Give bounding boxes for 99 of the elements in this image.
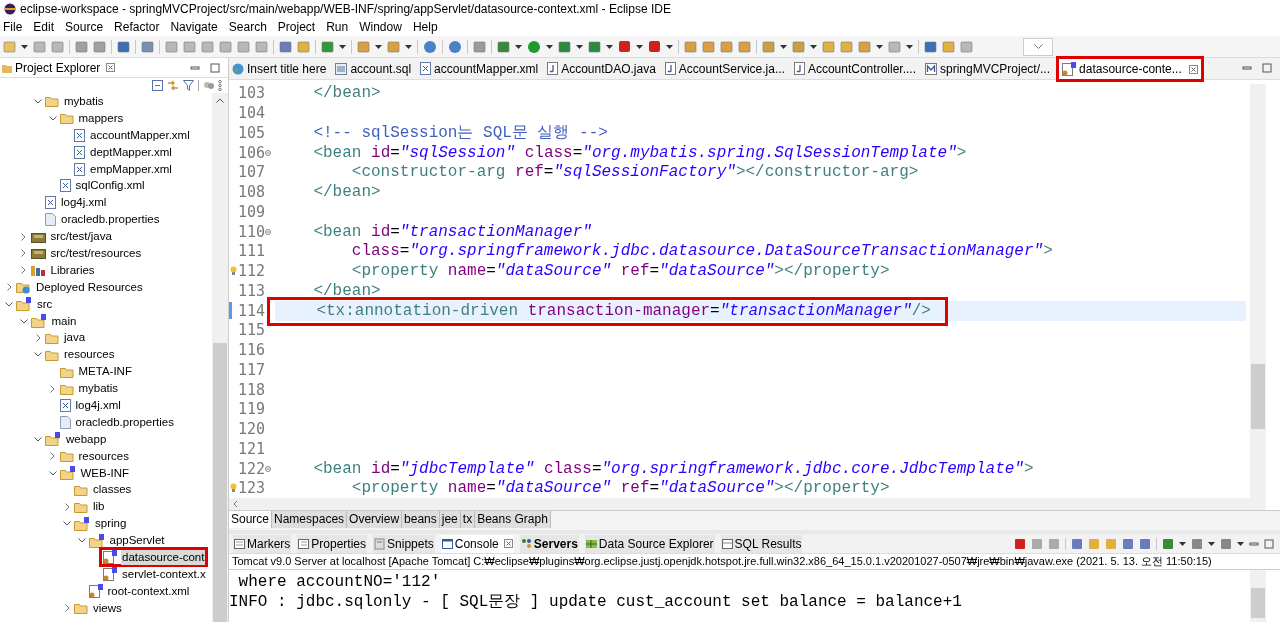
console-line: INFO : jdbc.sqlonly - [ SQL문장 ] update cust_account set balance = balance+1	[229, 592, 963, 612]
editor-tab[interactable]: accountMapper.xml	[417, 58, 542, 79]
editor-page-tab[interactable]: Beans Graph	[475, 511, 551, 528]
tree-item[interactable]: mybatis	[63, 93, 105, 109]
line-number: 109	[238, 204, 266, 220]
line-number: 113	[238, 283, 266, 299]
tree-item[interactable]: servlet-context.x	[121, 566, 207, 582]
line-number: 105	[238, 125, 266, 141]
tree-item[interactable]: mybatis	[77, 381, 120, 397]
tree-item[interactable]: oracledb.properties	[74, 414, 175, 430]
tree-item[interactable]: log4j.xml	[60, 195, 108, 211]
view-tab[interactable]: Snippets	[373, 534, 435, 553]
tree-item[interactable]: main	[50, 313, 78, 329]
menu-item[interactable]: File	[3, 18, 23, 36]
view-tab[interactable]: Markers	[233, 534, 292, 553]
view-tab[interactable]: Console	[440, 534, 514, 553]
code-line: <constructor-arg ref="sqlSessionFactory"></constructor-arg>	[350, 163, 919, 183]
console-line: where accountNO='112'	[237, 572, 442, 592]
tree-item[interactable]: resources	[63, 347, 116, 363]
line-number: 107	[238, 165, 266, 181]
tree-item[interactable]: deptMapper.xml	[89, 144, 173, 160]
menu-item[interactable]: Refactor	[114, 18, 160, 36]
code-line: class="org.springframework.jdbc.datasource.DataSourceTransactionManager">	[350, 242, 1053, 262]
line-number: 122	[238, 461, 266, 477]
menu-item[interactable]: Run	[326, 18, 349, 36]
line-number: 108	[238, 185, 266, 201]
editor-tab[interactable]: AccountService.ja...	[661, 58, 788, 79]
menu-item[interactable]: Project	[277, 18, 316, 36]
code-line: </bean>	[312, 183, 381, 203]
tree-item[interactable]: oracledb.properties	[60, 212, 161, 228]
editor-page-tab[interactable]: Overview	[347, 511, 403, 528]
code-line: <tx:annotation-driven transaction-manager="transactionManager"/>	[315, 301, 931, 321]
line-number: 116	[238, 343, 266, 359]
tree-item[interactable]: src	[36, 296, 54, 312]
tree-item[interactable]: src/test/resources	[49, 245, 143, 261]
menu-item[interactable]: Source	[65, 18, 104, 36]
line-number: 104	[238, 106, 266, 122]
line-number: 120	[238, 422, 266, 438]
line-number: 121	[238, 441, 266, 457]
tree-item[interactable]: accountMapper.xml	[89, 127, 191, 143]
tree-item[interactable]: META-INF	[77, 364, 133, 380]
tree-item[interactable]: classes	[92, 482, 133, 498]
editor-page-tab[interactable]: jee	[439, 511, 461, 528]
window-title: eclipse-workspace - springMVCProject/src/main/webapp/WEB-INF/spring/appServlet/datasource-context.xml - Eclipse IDE	[20, 1, 671, 18]
tree-item[interactable]: mappers	[77, 110, 125, 126]
tree-item[interactable]: views	[92, 600, 123, 616]
tree-item[interactable]: empMapper.xml	[89, 161, 173, 177]
tree-item[interactable]: java	[63, 330, 87, 346]
menu-item[interactable]: Window	[359, 18, 402, 36]
tree-item[interactable]: datasource-cont	[121, 550, 206, 565]
editor-tab[interactable]: Insert title here	[229, 58, 330, 79]
editor-tab[interactable]: account.sql	[332, 58, 415, 79]
tree-item[interactable]: spring	[94, 516, 128, 532]
view-tab[interactable]: SQL Results	[720, 534, 803, 553]
tree-item[interactable]: resources	[77, 448, 130, 464]
tree-item[interactable]: webapp	[65, 431, 108, 447]
line-number: 106	[238, 145, 266, 161]
line-number: 117	[238, 362, 266, 378]
line-number: 103	[238, 86, 266, 102]
editor-page-tab[interactable]: Source	[229, 511, 273, 528]
view-title[interactable]: Project Explorer	[15, 58, 101, 77]
tree-item[interactable]: lib	[92, 499, 106, 515]
menu-item[interactable]: Help	[412, 18, 438, 36]
code-line: <bean id="sqlSession" class="org.mybatis.spring.SqlSessionTemplate">	[312, 143, 967, 163]
editor-tab[interactable]: AccountDAO.java	[544, 58, 659, 79]
menu-item[interactable]: Navigate	[170, 18, 218, 36]
tree-item[interactable]: root-context.xml	[106, 583, 191, 599]
tree-item[interactable]: src/test/java	[49, 229, 113, 245]
view-tab[interactable]: Data Source Explorer	[584, 534, 715, 553]
editor-page-tab[interactable]: Namespaces	[272, 511, 348, 528]
tree-item[interactable]: appServlet	[108, 533, 166, 549]
tree-item[interactable]: WEB-INF	[79, 465, 131, 481]
editor-tab[interactable]: datasource-conte...	[1056, 56, 1204, 82]
line-number: 112	[238, 264, 266, 280]
editor-page-tab[interactable]: beans	[402, 511, 440, 528]
view-tab[interactable]: Properties	[297, 534, 368, 553]
menu-item[interactable]: Edit	[33, 18, 55, 36]
line-number: 110	[238, 224, 266, 240]
view-tab[interactable]: Servers	[519, 534, 579, 553]
tree-item[interactable]: log4j.xml	[74, 397, 122, 413]
tree-item[interactable]: sqlConfig.xml	[74, 178, 146, 194]
code-line: <property name="dataSource" ref="dataSource"></property>	[350, 479, 890, 498]
line-number: 114	[238, 303, 266, 319]
line-number: 119	[238, 402, 266, 418]
code-line: </bean>	[312, 84, 381, 104]
code-line: <!-- sqlSession는 SQL문 실행 -->	[312, 123, 608, 143]
line-number: 118	[238, 382, 266, 398]
editor-tab[interactable]: springMVCProject/...	[922, 58, 1054, 79]
line-number: 111	[238, 244, 266, 260]
code-line: <bean id="transactionManager"	[312, 222, 592, 242]
code-line: </bean>	[312, 281, 381, 301]
tree-item[interactable]: Deployed Resources	[35, 279, 144, 295]
menu-item[interactable]: Search	[228, 18, 267, 36]
code-line: <bean id="jdbcTemplate" class="org.springframework.jdbc.core.JdbcTemplate">	[312, 459, 1034, 479]
line-number: 123	[238, 481, 266, 497]
line-number: 115	[238, 323, 266, 339]
editor-tab[interactable]: AccountController....	[790, 58, 919, 79]
code-line: <property name="dataSource" ref="dataSource"></property>	[350, 262, 890, 282]
tree-item[interactable]: Libraries	[49, 262, 96, 278]
